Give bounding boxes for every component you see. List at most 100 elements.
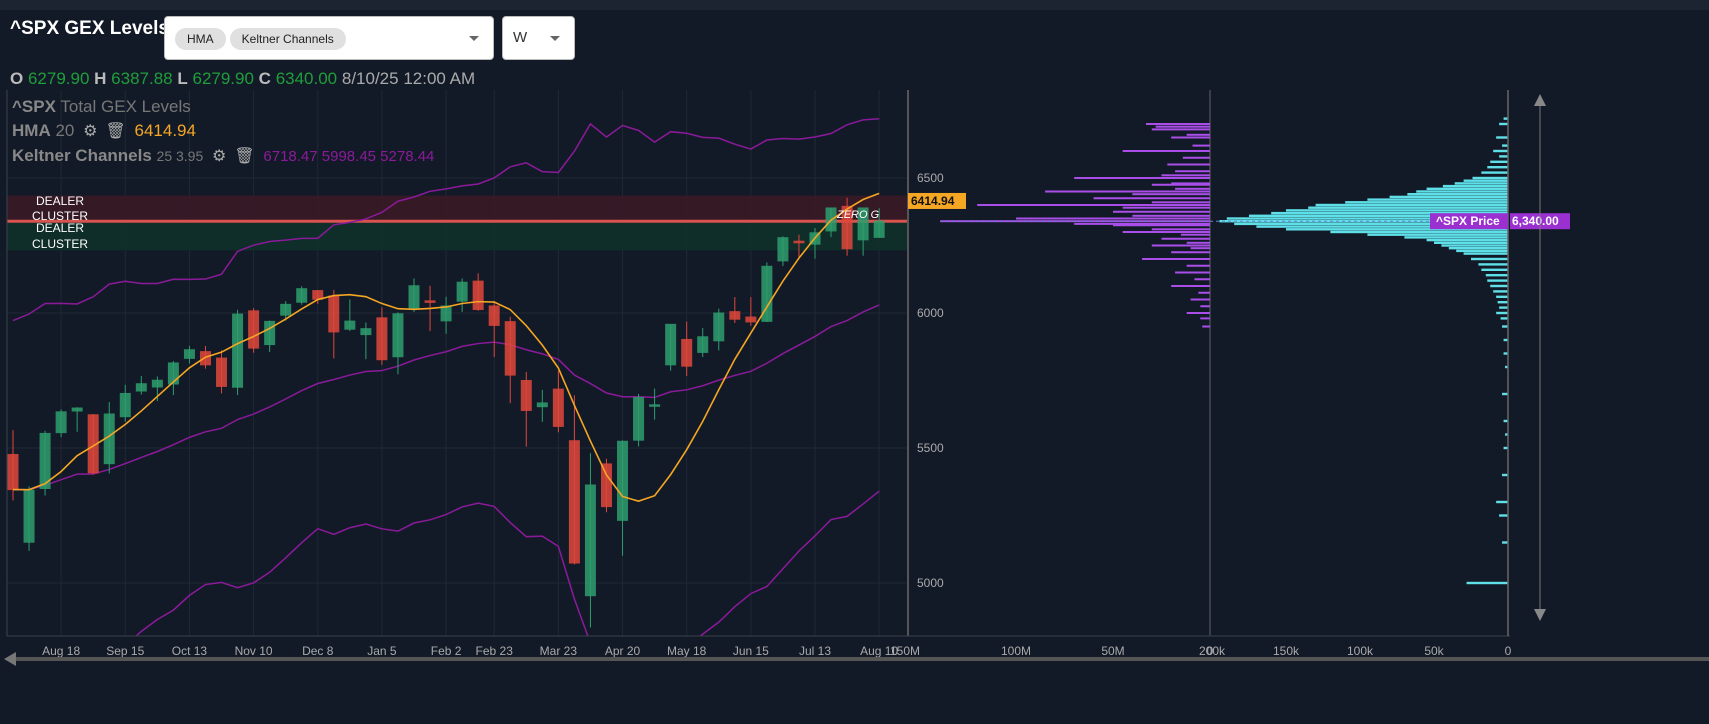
gex-bar [1151, 183, 1210, 186]
date-tick-label: Feb 23 [476, 644, 514, 658]
candle [424, 300, 436, 303]
date-tick-label: Sep 15 [106, 644, 144, 658]
candle [264, 320, 276, 346]
candle [23, 489, 35, 543]
gex-bar [1192, 144, 1210, 147]
price-tick-label: 6000 [917, 306, 944, 320]
profile-bar [1463, 179, 1508, 182]
arrow-up-icon[interactable] [1534, 94, 1546, 106]
profile-bar [1485, 274, 1508, 277]
profile-bar [1367, 233, 1508, 236]
high-label: H [94, 69, 107, 88]
gex-bar [1113, 210, 1210, 213]
profile-bar [1286, 209, 1508, 212]
gex-bar [1074, 177, 1210, 179]
date-tick-label: Apr 20 [605, 644, 641, 658]
gex-bar [1180, 233, 1210, 236]
profile-bar [1471, 257, 1508, 261]
gex-bar [1175, 170, 1210, 173]
candle [135, 383, 147, 392]
dealer-cluster-label: CLUSTER [32, 237, 88, 251]
profile-bar [1493, 149, 1508, 153]
trash-icon[interactable]: 🗑 [234, 145, 254, 169]
close-label: C [258, 69, 271, 88]
legend: ^SPX Total GEX Levels HMA 20 ⚙ 🗑 6414.94 … [12, 95, 434, 169]
horizontal-scrollbar[interactable] [14, 657, 1709, 661]
low-label: L [177, 69, 188, 88]
profile-bar [1496, 295, 1508, 298]
candle [713, 312, 725, 342]
dealer-cluster-label: DEALER [36, 194, 84, 208]
profile-bar [1490, 284, 1508, 288]
date-tick-label: Oct 13 [172, 644, 208, 658]
gex-bar [1161, 237, 1210, 240]
candle [697, 336, 709, 353]
gex-bar [1200, 317, 1210, 320]
gex-bar [1122, 150, 1210, 152]
profile-bar [1454, 182, 1508, 185]
profile-tick-label: 100k [1347, 644, 1374, 658]
gex-bar [1190, 298, 1210, 301]
date-tick-label: Jun 15 [733, 644, 769, 658]
profile-bar [1315, 203, 1508, 207]
gex-bar [1093, 197, 1210, 200]
candle [216, 357, 228, 387]
gear-icon[interactable]: ⚙ [212, 145, 226, 169]
candle [472, 280, 484, 310]
profile-bar [1466, 581, 1508, 585]
gear-icon[interactable]: ⚙ [83, 120, 97, 144]
profile-bar [1345, 201, 1508, 204]
candle [376, 317, 388, 361]
candle [552, 388, 564, 427]
candle [183, 349, 195, 359]
candle [71, 407, 83, 412]
keltner-name: Keltner Channels [12, 146, 152, 165]
candle [665, 323, 677, 366]
candle [55, 411, 67, 434]
candle [440, 305, 452, 322]
gex-bar [1202, 325, 1210, 328]
gex-tick-label: 150M [890, 644, 920, 658]
gex-bar [1113, 224, 1210, 227]
profile-bar [1367, 198, 1508, 201]
profile-bar [1499, 306, 1508, 309]
gex-bar [1190, 247, 1210, 250]
date-tick-label: Dec 8 [302, 644, 334, 658]
gex-bar [1182, 156, 1210, 159]
open-value: 6279.90 [27, 69, 90, 88]
gex-bar [1171, 285, 1210, 287]
profile-tick-label: 150k [1273, 644, 1300, 658]
hma-tag-value: 6414.94 [911, 194, 955, 208]
date-tick-label: Mar 23 [540, 644, 578, 658]
price-pane [7, 90, 907, 636]
arrow-left-icon[interactable] [4, 652, 16, 666]
profile-bar [1496, 311, 1508, 315]
arrow-down-icon[interactable] [1534, 609, 1546, 621]
candle [344, 320, 356, 330]
candle [408, 285, 420, 310]
candle [793, 240, 805, 244]
profile-bar [1426, 187, 1508, 190]
gex-tick-label: 50M [1101, 644, 1124, 658]
profile-bar [1487, 279, 1508, 282]
trash-icon[interactable]: 🗑 [105, 120, 125, 144]
gex-bar [1151, 128, 1210, 131]
gex-bar [1151, 201, 1210, 204]
profile-tick-label: 200k [1199, 644, 1226, 658]
profile-bar [1499, 122, 1508, 126]
profile-bar [1502, 541, 1508, 544]
high-value: 6387.88 [111, 69, 173, 88]
profile-bar [1434, 241, 1508, 244]
profile-bar [1502, 392, 1508, 396]
candle [633, 397, 645, 441]
series-label: Total GEX Levels [60, 97, 191, 116]
profile-bar [1502, 325, 1508, 328]
profile-tick-label: 0 [1505, 644, 1512, 658]
gex-bar [1175, 271, 1210, 274]
profile-bar [1502, 473, 1508, 477]
profile-bar [1389, 195, 1508, 199]
bar-date: 8/10/25 12:00 AM [341, 69, 476, 88]
gex-bar [1122, 206, 1210, 209]
candle [232, 313, 244, 388]
gex-bar [977, 204, 1210, 206]
